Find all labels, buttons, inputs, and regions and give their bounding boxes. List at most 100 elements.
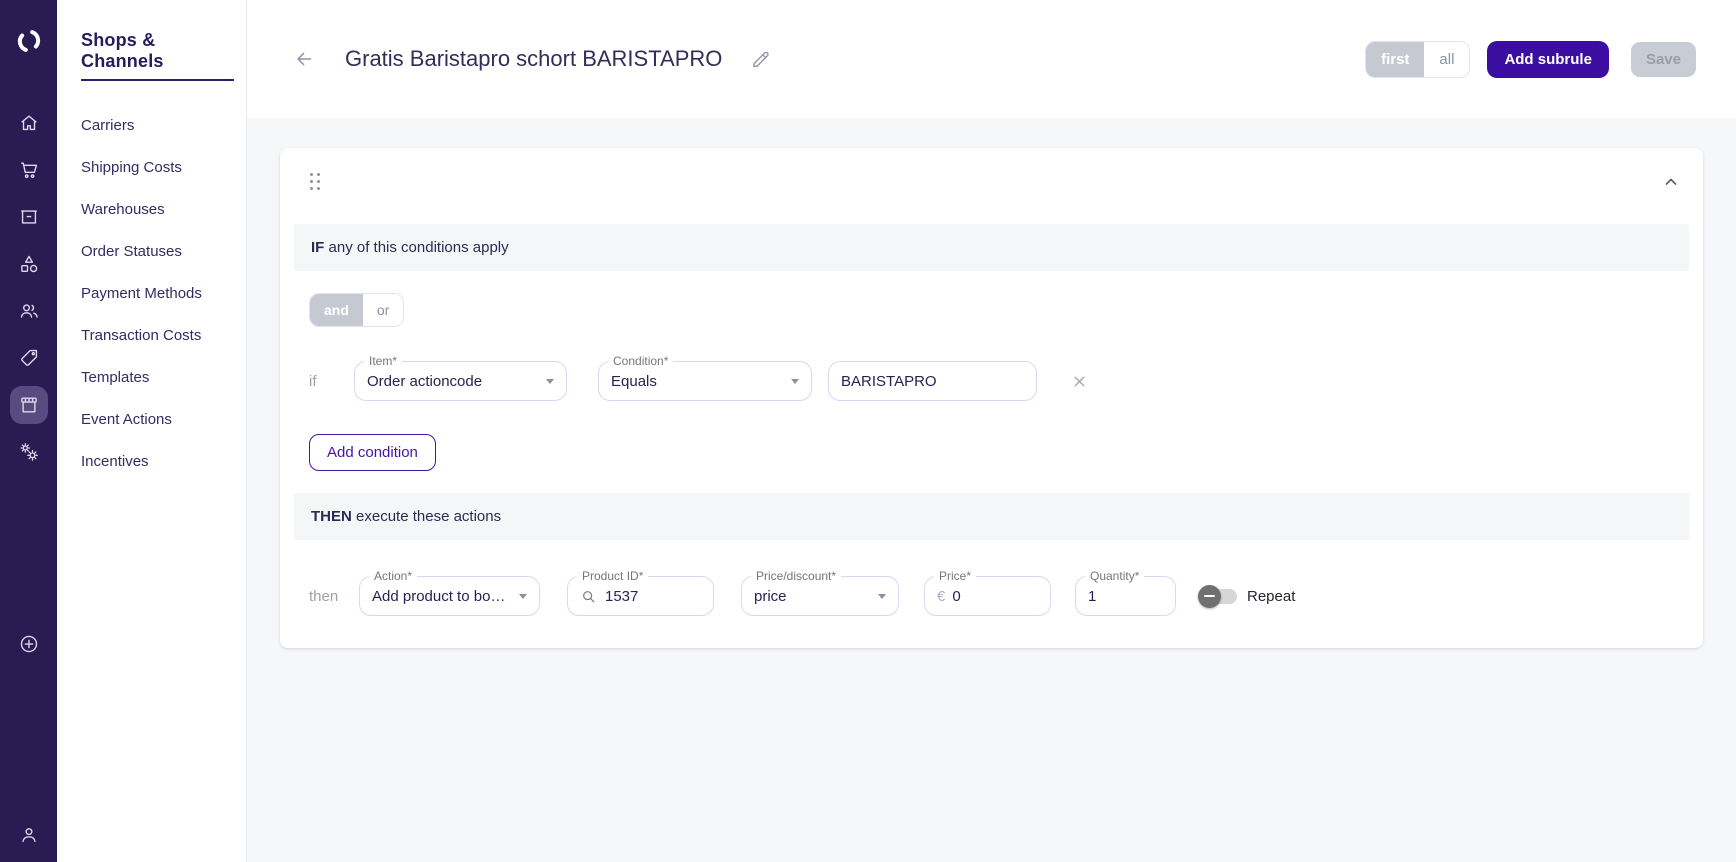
item-select-label: Item*: [364, 354, 403, 369]
repeat-label: Repeat: [1247, 587, 1296, 605]
app-root: Shops & Channels Carriers Shipping Costs…: [0, 0, 1736, 862]
condition-select[interactable]: Condition* Equals: [598, 354, 812, 401]
toggle-all-button[interactable]: all: [1424, 41, 1470, 77]
nav-settings-button[interactable]: [10, 433, 48, 471]
title-group: Gratis Baristapro schort BARISTAPRO: [289, 44, 776, 74]
product-id-label: Product ID*: [577, 569, 649, 584]
quantity-label: Quantity*: [1085, 569, 1145, 584]
menu-list: Carriers Shipping Costs Warehouses Order…: [81, 117, 234, 470]
nav-shops-button[interactable]: [9, 386, 48, 424]
shapes-icon: [18, 253, 40, 275]
menu-item-templates[interactable]: Templates: [81, 369, 234, 386]
topbar: Gratis Baristapro schort BARISTAPRO firs…: [247, 0, 1736, 118]
cart-icon: [18, 159, 40, 181]
action-row: then Action* Add product to bonus it… Pr…: [309, 569, 1689, 616]
menu-item-warehouses[interactable]: Warehouses: [81, 201, 234, 218]
dropdown-caret-icon: [546, 378, 554, 384]
nav-home-button[interactable]: [10, 104, 48, 142]
menu-item-order-statuses[interactable]: Order Statuses: [81, 243, 234, 260]
product-id-field: Product ID*: [567, 569, 714, 616]
toggle-first-button[interactable]: first: [1366, 41, 1425, 77]
plus-circle-icon: [18, 633, 40, 655]
app-logo[interactable]: [12, 24, 46, 58]
nav-tags-button[interactable]: [10, 339, 48, 377]
nav-orders-button[interactable]: [10, 198, 48, 236]
add-subrule-button[interactable]: Add subrule: [1487, 40, 1609, 78]
quantity-field: Quantity*: [1075, 569, 1176, 616]
quantity-input[interactable]: [1088, 587, 1163, 605]
close-icon: [1070, 372, 1089, 391]
store-icon: [18, 394, 40, 416]
home-icon: [18, 112, 40, 134]
users-icon: [18, 300, 40, 322]
page-content: IF any of this conditions apply and or i…: [247, 118, 1736, 862]
topbar-actions: first all Add subrule Save: [1365, 40, 1696, 78]
action-select[interactable]: Action* Add product to bonus it…: [359, 569, 540, 616]
product-id-input[interactable]: [605, 587, 701, 605]
page-title: Gratis Baristapro schort BARISTAPRO: [345, 46, 723, 71]
menu-item-event-actions[interactable]: Event Actions: [81, 411, 234, 428]
toggle-and-button[interactable]: and: [310, 294, 363, 326]
toggle-thumb-minus-icon: [1198, 584, 1221, 608]
if-label: if: [309, 372, 317, 390]
dropdown-caret-icon: [519, 593, 527, 599]
first-all-toggle: first all: [1365, 40, 1471, 78]
toggle-or-button[interactable]: or: [362, 294, 404, 326]
account-button[interactable]: [10, 816, 48, 854]
menu-title: Shops & Channels: [81, 30, 234, 81]
item-select[interactable]: Item* Order actioncode: [354, 354, 567, 401]
then-banner: THEN execute these actions: [294, 493, 1689, 540]
rail-nav: [9, 104, 48, 471]
save-button[interactable]: Save: [1630, 41, 1696, 77]
edit-title-button[interactable]: [746, 44, 776, 74]
nav-customers-button[interactable]: [10, 292, 48, 330]
menu-item-transaction-costs[interactable]: Transaction Costs: [81, 327, 234, 344]
drag-handle[interactable]: [308, 171, 323, 193]
if-banner-text: any of this conditions apply: [324, 239, 509, 256]
back-button[interactable]: [289, 44, 319, 74]
search-icon: [580, 588, 597, 605]
price-input[interactable]: [952, 587, 1038, 605]
if-banner-prefix: IF: [311, 239, 325, 256]
then-banner-text: execute these actions: [351, 508, 502, 525]
price-field: Price* €: [924, 569, 1051, 616]
add-button[interactable]: [10, 625, 48, 663]
person-icon: [18, 824, 40, 846]
section-menu: Shops & Channels Carriers Shipping Costs…: [57, 0, 247, 862]
swirl-logo-icon: [14, 26, 44, 56]
menu-item-carriers[interactable]: Carriers: [81, 117, 234, 134]
back-arrow-icon: [293, 48, 315, 70]
condition-value-input[interactable]: [841, 372, 1024, 390]
action-select-label: Action*: [369, 569, 418, 584]
tag-icon: [18, 347, 40, 369]
repeat-toggle[interactable]: [1198, 584, 1237, 608]
dropdown-caret-icon: [878, 593, 886, 599]
condition-row: if Item* Order actioncode Condition* Equ…: [309, 354, 1689, 401]
then-label: then: [309, 587, 339, 605]
price-label: Price*: [934, 569, 977, 584]
action-select-value: Add product to bonus it…: [372, 587, 511, 605]
then-banner-prefix: THEN: [311, 508, 352, 525]
remove-condition-button[interactable]: [1066, 368, 1093, 395]
if-banner: IF any of this conditions apply: [294, 224, 1689, 271]
rule-card-header: [294, 162, 1689, 196]
collapse-rule-button[interactable]: [1657, 168, 1685, 196]
main-area: Gratis Baristapro schort BARISTAPRO firs…: [247, 0, 1736, 862]
rule-card: IF any of this conditions apply and or i…: [280, 148, 1703, 648]
condition-value-field: [828, 361, 1037, 401]
nav-cart-button[interactable]: [10, 151, 48, 189]
euro-symbol: €: [937, 587, 946, 605]
gears-icon: [18, 441, 40, 463]
menu-item-incentives[interactable]: Incentives: [81, 453, 234, 470]
chevron-up-icon: [1661, 172, 1681, 192]
menu-item-payment-methods[interactable]: Payment Methods: [81, 285, 234, 302]
price-discount-select[interactable]: Price/discount* price: [741, 569, 899, 616]
nav-categories-button[interactable]: [10, 245, 48, 283]
add-condition-button[interactable]: Add condition: [309, 434, 436, 471]
dropdown-caret-icon: [791, 378, 799, 384]
repeat-toggle-group: Repeat: [1198, 584, 1296, 608]
condition-select-value: Equals: [611, 372, 657, 390]
menu-item-shipping-costs[interactable]: Shipping Costs: [81, 159, 234, 176]
pencil-icon: [750, 48, 772, 70]
and-or-toggle: and or: [309, 293, 405, 327]
